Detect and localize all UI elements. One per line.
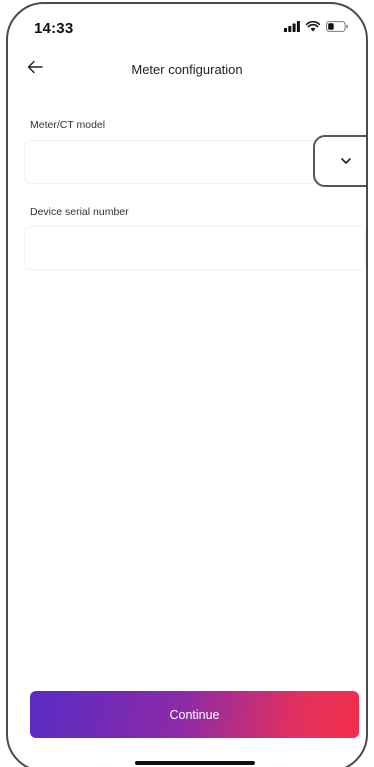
meter-model-label: Meter/CT model: [30, 119, 106, 131]
phone-frame: 14:33 Meter configuration Meter/CT model…: [6, 2, 368, 767]
signal-icon: [284, 21, 300, 32]
home-indicator[interactable]: [135, 761, 255, 765]
status-time: 14:33: [34, 20, 74, 37]
nav-bar: Meter configuration: [8, 54, 366, 84]
battery-icon: [326, 21, 348, 32]
meter-model-dropdown-button[interactable]: [313, 135, 366, 187]
status-icons: [284, 21, 348, 32]
serial-number-field[interactable]: [24, 226, 366, 270]
page-title: Meter configuration: [131, 62, 243, 77]
continue-label: Continue: [169, 707, 220, 722]
continue-button[interactable]: Continue: [30, 691, 359, 738]
wifi-icon: [306, 21, 320, 32]
serial-number-label: Device serial number: [30, 206, 129, 218]
chevron-down-icon: [340, 152, 352, 170]
status-bar: 14:33: [8, 4, 366, 44]
serial-number-input[interactable]: [25, 227, 365, 269]
